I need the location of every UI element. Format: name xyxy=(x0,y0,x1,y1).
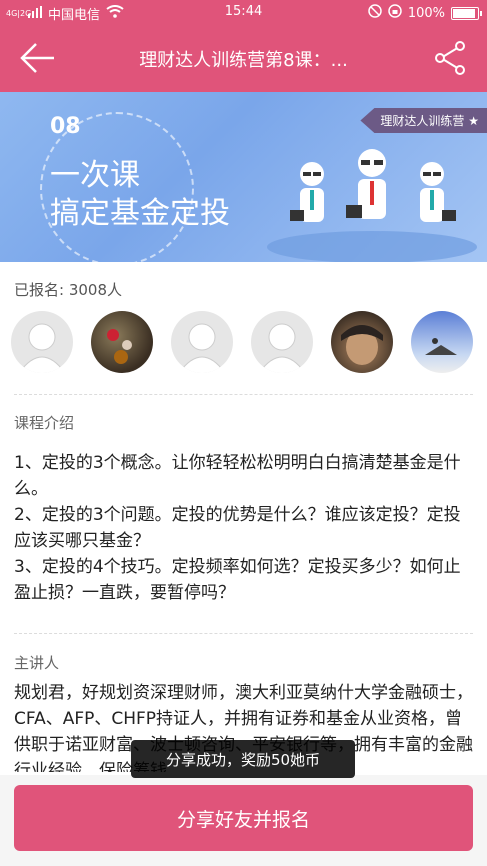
enrolled-avatars xyxy=(11,311,473,373)
toast-message: 分享成功，奖励50她币 xyxy=(131,740,355,778)
share-and-enroll-button[interactable]: 分享好友并报名 xyxy=(14,785,473,851)
divider xyxy=(14,394,473,395)
lock-rotation-icon xyxy=(388,4,402,22)
battery-percent: 100% xyxy=(407,5,445,21)
share-icon[interactable] xyxy=(429,38,469,78)
avatar[interactable] xyxy=(411,311,473,373)
banner-ribbon: 理财达人训练营 ★ xyxy=(360,108,487,133)
avatar[interactable] xyxy=(331,311,393,373)
page-title: 理财达人训练营第8课：... xyxy=(139,50,348,71)
businessmen-illustration xyxy=(267,149,477,262)
course-banner: 08 一次课 搞定基金定投 理财达人训练营 ★ xyxy=(0,92,487,262)
divider xyxy=(14,633,473,634)
speaker-title: 主讲人 xyxy=(14,654,60,672)
avatar[interactable] xyxy=(11,311,73,373)
status-bar: 4G|2G 中国电信 15:44 100% xyxy=(0,0,487,24)
enrollment-count: 已报名: 3008人 xyxy=(14,281,122,299)
avatar[interactable] xyxy=(91,311,153,373)
avatar[interactable] xyxy=(171,311,233,373)
banner-lesson-number: 08 xyxy=(50,114,81,139)
back-arrow-icon[interactable] xyxy=(18,38,58,78)
nav-bar: 理财达人训练营第8课：... xyxy=(0,24,487,92)
banner-title-line2: 搞定基金定投 xyxy=(50,196,230,231)
battery-icon xyxy=(451,6,482,20)
intro-body: 1、定投的3个概念。让你轻轻松松明明白白搞清楚基金是什么。 2、定投的3个问题。… xyxy=(14,453,461,603)
avatar[interactable] xyxy=(251,311,313,373)
mute-icon xyxy=(368,4,382,22)
intro-title: 课程介绍 xyxy=(14,414,75,432)
